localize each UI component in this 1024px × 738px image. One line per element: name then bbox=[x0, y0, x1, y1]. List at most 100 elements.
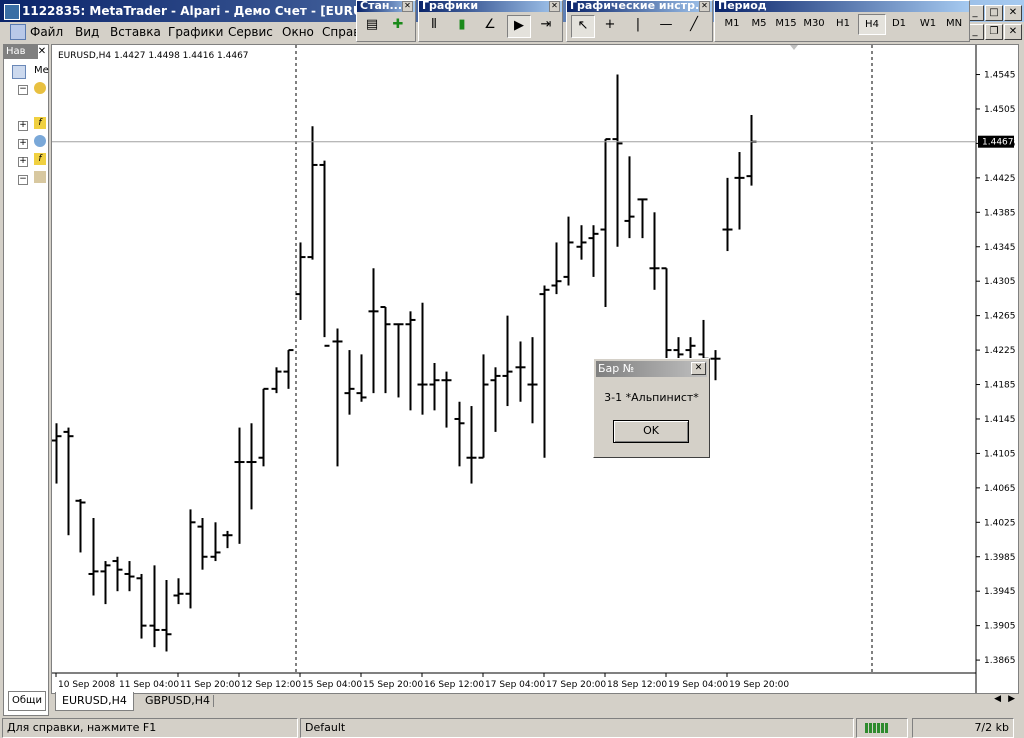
price-tick-label: 1.3945 bbox=[984, 587, 1016, 597]
navigator-tab-common[interactable]: Общи bbox=[8, 691, 46, 711]
dialog-message: 3-1 *Альпинист* bbox=[604, 391, 699, 404]
menu-insert[interactable]: Вставка bbox=[110, 25, 161, 39]
toolbar-drawing-title: Графические инстр... bbox=[570, 1, 708, 12]
market-watch-icon[interactable]: ▤ bbox=[361, 15, 383, 36]
status-bar: Для справки, нажмите F1 Default 7/2 kb bbox=[0, 716, 1024, 738]
price-tick-label: 1.4345 bbox=[984, 243, 1016, 253]
status-profile[interactable]: Default bbox=[300, 718, 854, 738]
tree-collapse-icon[interactable]: − bbox=[18, 85, 28, 95]
menu-file[interactable]: Файл bbox=[30, 25, 63, 39]
toolbar-periods-title: Период bbox=[718, 1, 767, 12]
period-h1[interactable]: H1 bbox=[830, 18, 856, 29]
crosshair-icon[interactable]: + bbox=[599, 15, 621, 36]
price-tick-label: 1.4145 bbox=[984, 415, 1016, 425]
navigator-close-icon[interactable]: ✕ bbox=[37, 46, 47, 58]
toolbar-close-icon[interactable]: ✕ bbox=[402, 1, 413, 12]
close-icon[interactable]: ✕ bbox=[1004, 5, 1022, 21]
price-tick-label: 1.4025 bbox=[984, 518, 1016, 528]
tab-gbpusd-h4[interactable]: GBPUSD,H4 bbox=[139, 692, 216, 710]
menu-bar: Файл Вид Вставка Графики Сервис Окно Спр… bbox=[0, 22, 360, 42]
maximize-icon[interactable]: □ bbox=[985, 5, 1003, 21]
dialog-title: Бар № bbox=[598, 362, 635, 375]
trendline-icon[interactable]: ╱ bbox=[683, 15, 705, 36]
time-tick-label: 10 Sep 2008 bbox=[58, 680, 115, 690]
price-tick-label: 1.4225 bbox=[984, 346, 1016, 356]
time-tick-label: 18 Sep 12:00 bbox=[607, 680, 667, 690]
menu-view[interactable]: Вид bbox=[75, 25, 99, 39]
cursor-icon[interactable]: ↖ bbox=[571, 15, 595, 38]
tree-expand-icon[interactable]: + bbox=[18, 157, 28, 167]
chart-info-label: EURUSD,H4 1.4427 1.4498 1.4416 1.4467 bbox=[58, 51, 249, 61]
scripts-icon[interactable] bbox=[34, 171, 46, 183]
horizontal-line-icon[interactable]: — bbox=[655, 15, 677, 36]
vertical-line-icon[interactable]: | bbox=[627, 15, 649, 36]
indicators-icon[interactable]: f bbox=[34, 117, 46, 129]
toolbar-standard-title: Стан... bbox=[360, 1, 403, 12]
chart-window[interactable]: EURUSD,H4 1.4427 1.4498 1.4416 1.4467 1.4… bbox=[51, 44, 1019, 694]
time-tick-label: 17 Sep 04:00 bbox=[485, 680, 545, 690]
new-order-icon[interactable]: ✚ bbox=[387, 15, 409, 36]
time-tick-label: 15 Sep 04:00 bbox=[302, 680, 362, 690]
period-m30[interactable]: M30 bbox=[801, 18, 827, 29]
chart-shift-icon[interactable]: ⇥ bbox=[535, 15, 557, 36]
app-icon bbox=[4, 4, 20, 20]
autoscroll-icon[interactable]: ▶ bbox=[507, 15, 531, 38]
price-tick-label: 1.3865 bbox=[984, 656, 1016, 666]
time-tick-label: 15 Sep 20:00 bbox=[363, 680, 423, 690]
dialog-close-icon[interactable]: ✕ bbox=[691, 362, 706, 375]
time-tick-label: 11 Sep 20:00 bbox=[180, 680, 240, 690]
menu-help[interactable]: Справ bbox=[322, 25, 360, 39]
menu-window[interactable]: Окно bbox=[282, 25, 314, 39]
time-tick-label: 19 Sep 20:00 bbox=[729, 680, 789, 690]
price-tick-label: 1.4505 bbox=[984, 105, 1016, 115]
mdi-restore-icon[interactable]: ❐ bbox=[985, 24, 1003, 40]
menu-tools[interactable]: Сервис bbox=[228, 25, 273, 39]
period-w1[interactable]: W1 bbox=[915, 18, 941, 29]
tab-scroll-right-icon[interactable]: ▶ bbox=[1008, 694, 1015, 704]
tree-expand-icon[interactable]: + bbox=[18, 139, 28, 149]
dialog-ok-button[interactable]: OK bbox=[613, 420, 689, 443]
time-tick-label: 17 Sep 20:00 bbox=[546, 680, 606, 690]
price-tick-label: 1.4265 bbox=[984, 312, 1016, 322]
toolbar-standard: Стан... ✕ ▤ ✚ bbox=[356, 0, 416, 42]
time-tick-label: 11 Sep 04:00 bbox=[119, 680, 179, 690]
period-m15[interactable]: M15 bbox=[773, 18, 799, 29]
price-tick-label: 1.4105 bbox=[984, 449, 1016, 459]
period-m5[interactable]: M5 bbox=[746, 18, 772, 29]
tree-expand-icon[interactable]: + bbox=[18, 121, 28, 131]
price-tick-label: 1.4545 bbox=[984, 71, 1016, 81]
period-mn[interactable]: MN bbox=[941, 18, 967, 29]
accounts-icon[interactable] bbox=[34, 82, 46, 94]
candlestick-icon[interactable]: ▮ bbox=[451, 15, 473, 36]
bar-chart-icon[interactable]: ⫴ bbox=[423, 15, 445, 36]
tab-eurusd-h4[interactable]: EURUSD,H4 bbox=[55, 692, 134, 711]
tab-scroll-left-icon[interactable]: ◀ bbox=[994, 694, 1001, 704]
toolbar-charts: Графики ✕ ⫴ ▮ ∠ ▶ ⇥ bbox=[418, 0, 563, 42]
price-tick-label: 1.4185 bbox=[984, 381, 1016, 391]
period-h4[interactable]: H4 bbox=[858, 14, 886, 35]
custom-indicators-icon[interactable]: f bbox=[34, 153, 46, 165]
period-d1[interactable]: D1 bbox=[886, 18, 912, 29]
toolbar-close-icon[interactable]: ✕ bbox=[549, 1, 560, 12]
experts-icon[interactable] bbox=[34, 135, 46, 147]
terminal-icon bbox=[12, 65, 26, 79]
menu-charts[interactable]: Графики bbox=[168, 25, 223, 39]
doc-menu-icon[interactable] bbox=[10, 24, 26, 40]
time-tick-label: 19 Sep 04:00 bbox=[668, 680, 728, 690]
navigator-panel: Нав ✕ Ме − + f + + f − Общи bbox=[3, 44, 49, 716]
line-chart-icon[interactable]: ∠ bbox=[479, 15, 501, 36]
tab-divider bbox=[213, 695, 214, 707]
price-tick-label: 1.4385 bbox=[984, 208, 1016, 218]
toolbar-charts-title: Графики bbox=[422, 1, 479, 12]
window-title: 1122835: MetaTrader - Alpari - Демо Счет… bbox=[22, 4, 410, 18]
tree-collapse-icon[interactable]: − bbox=[18, 175, 28, 185]
price-tick-label: 1.3905 bbox=[984, 622, 1016, 632]
mdi-close-icon[interactable]: ✕ bbox=[1004, 24, 1022, 40]
status-traffic: 7/2 kb bbox=[912, 718, 1014, 738]
price-tick-label: 1.4065 bbox=[984, 484, 1016, 494]
navigator-root-label[interactable]: Ме bbox=[34, 65, 49, 76]
chart-shift-marker bbox=[790, 45, 798, 50]
ohlc-chart[interactable]: EURUSD,H4 1.4427 1.4498 1.4416 1.4467 1.4… bbox=[52, 45, 1018, 693]
period-m1[interactable]: M1 bbox=[719, 18, 745, 29]
toolbar-close-icon[interactable]: ✕ bbox=[699, 1, 710, 12]
